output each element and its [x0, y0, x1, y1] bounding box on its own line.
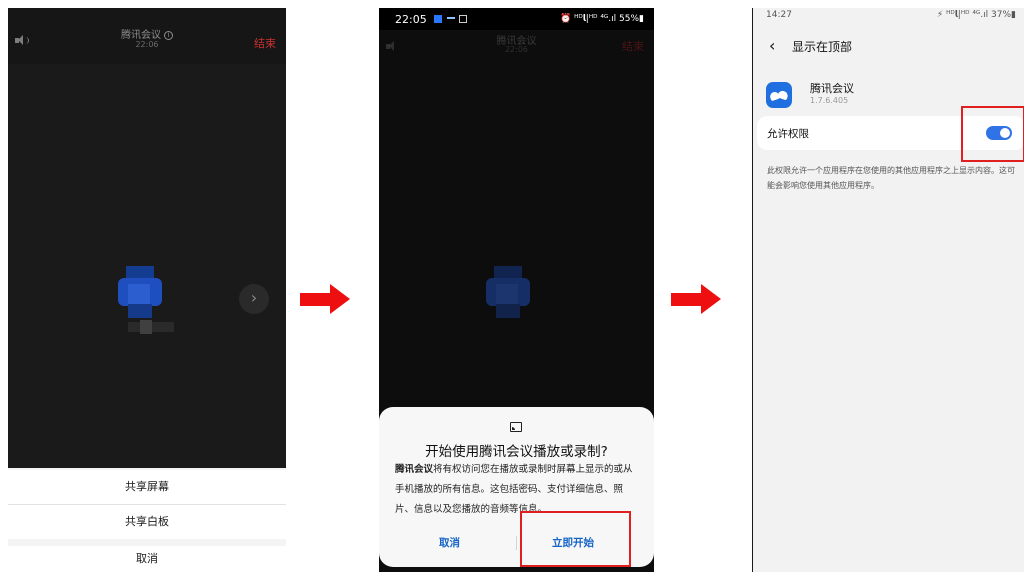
- dialog-button-separator: [516, 536, 517, 550]
- status-right: ⏰ ᴴᴰ𝗹|ᴴᴰ ⁴ᴳ.ıl 55%▮: [560, 14, 644, 24]
- dialog-cancel-button[interactable]: 取消: [439, 535, 460, 550]
- cast-dialog: 开始使用腾讯会议播放或录制? 腾讯会议将有权访问您在播放或录制时屏幕上显示的或从…: [379, 407, 654, 567]
- permission-label: 允许权限: [767, 128, 809, 140]
- participant-avatar: [118, 266, 178, 336]
- meeting-top-bar: 腾讯会议 i 22:06 结束: [8, 8, 286, 64]
- dialog-app-name: 腾讯会议: [395, 464, 434, 475]
- highlight-box: [520, 511, 631, 567]
- app-name: 腾讯会议: [810, 82, 854, 95]
- chevron-right-icon[interactable]: ›: [239, 284, 269, 314]
- cast-icon: [510, 422, 522, 432]
- meeting-screen: 腾讯会议 i 22:06 结束 › 共享屏幕 共享白板 取消: [8, 8, 286, 572]
- end-meeting-button[interactable]: 结束: [254, 35, 276, 51]
- participant-avatar: [486, 266, 546, 336]
- image-icon: [459, 15, 467, 23]
- stage: 腾讯会议 i 22:06 结束 › 共享屏幕 共享白板 取消 22:05 ⏰ ᴴᴰ…: [0, 0, 1024, 572]
- page-title: 显示在顶部: [792, 40, 853, 54]
- highlight-box: [961, 106, 1024, 162]
- dialog-title: 开始使用腾讯会议播放或录制?: [425, 444, 608, 460]
- overlay-permission-screen: 14:27 ⚡ ᴴᴰ𝗹|ᴴᴰ ⁴ᴳ.ıl 37%▮ ‹ 显示在顶部 腾讯会议 1…: [752, 8, 1024, 572]
- meeting-title[interactable]: 腾讯会议 i: [8, 26, 286, 41]
- info-icon[interactable]: i: [164, 31, 173, 40]
- meeting-time-dimmed: 22:06: [504, 45, 529, 54]
- status-time: 22:05: [395, 13, 427, 26]
- app-version: 1.7.6.405: [810, 96, 849, 105]
- share-whiteboard-option[interactable]: 共享白板: [8, 505, 286, 539]
- notification-icon: [434, 15, 442, 23]
- flow-arrow-1: [300, 284, 352, 314]
- end-meeting-button-dimmed: 结束: [622, 40, 644, 53]
- status-bar: 22:05 ⏰ ᴴᴰ𝗹|ᴴᴰ ⁴ᴳ.ıl 55%▮: [379, 8, 654, 30]
- cast-permission-screen: 22:05 ⏰ ᴴᴰ𝗹|ᴴᴰ ⁴ᴳ.ıl 55%▮ 腾讯会议 22:06 结束 …: [379, 8, 654, 572]
- status-right: ⚡ ᴴᴰ𝗹|ᴴᴰ ⁴ᴳ.ıl 37%▮: [936, 10, 1016, 20]
- share-cancel-button[interactable]: 取消: [8, 546, 286, 572]
- permission-description: 此权限允许一个应用程序在您使用的其他应用程序之上显示内容。这可能会影响您使用其他…: [767, 166, 1015, 190]
- status-time: 14:27: [766, 10, 792, 20]
- flow-arrow-2: [671, 284, 723, 314]
- share-screen-option[interactable]: 共享屏幕: [8, 470, 286, 504]
- tencent-meeting-app-icon: [766, 82, 792, 108]
- back-arrow-icon[interactable]: ‹: [769, 36, 775, 55]
- cloud-icon: [447, 17, 455, 21]
- meeting-time: 22:06: [135, 40, 159, 49]
- share-sheet: 共享屏幕 共享白板 取消: [8, 468, 286, 572]
